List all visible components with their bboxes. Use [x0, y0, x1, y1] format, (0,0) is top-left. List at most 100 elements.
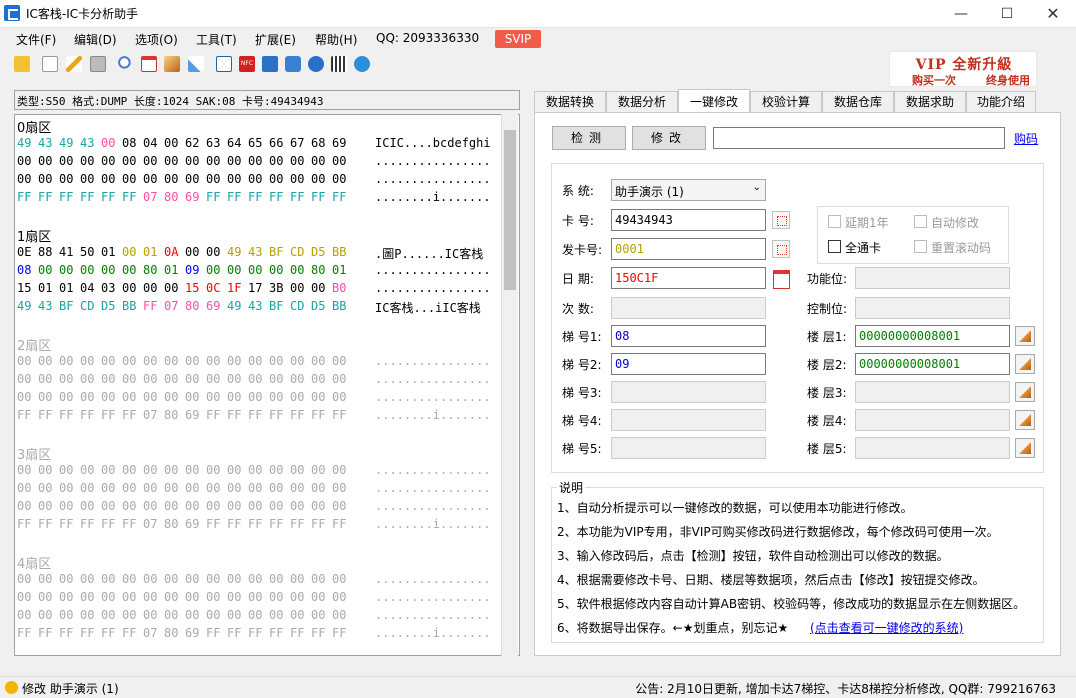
hex-byte[interactable]: FF	[248, 190, 262, 204]
hex-byte[interactable]: 50	[80, 245, 94, 259]
hex-row[interactable]: FF FF FF FF FF FF 07 80 69 FF FF FF FF FF FF FF........…	[17, 517, 517, 535]
hex-byte[interactable]: 65	[248, 136, 262, 150]
hex-byte[interactable]: 69	[185, 190, 199, 204]
hex-byte[interactable]: 00	[185, 608, 199, 622]
hex-byte[interactable]: 00	[227, 572, 241, 586]
hex-byte[interactable]: 00	[206, 154, 220, 168]
hex-byte[interactable]: 00	[164, 390, 178, 404]
hex-byte[interactable]: FF	[59, 408, 73, 422]
hex-byte[interactable]: 00	[101, 154, 115, 168]
hex-byte[interactable]: FF	[80, 190, 94, 204]
hex-row[interactable]: 49 43 49 43 00 08 04 00 62 63 64 65 66 67 68 69 ICIC....…	[17, 136, 517, 154]
hex-byte[interactable]: 00	[38, 608, 52, 622]
hex-byte[interactable]: 00	[248, 172, 262, 186]
hex-byte[interactable]: 00	[248, 154, 262, 168]
hex-byte[interactable]: 00	[332, 390, 346, 404]
hex-row[interactable]: FF FF FF FF FF FF 07 80 69 FF FF FF FF FF FF FF........…	[17, 408, 517, 426]
hex-byte[interactable]: 00	[122, 372, 136, 386]
hex-byte[interactable]: 00	[122, 590, 136, 604]
hex-byte[interactable]: 00	[143, 390, 157, 404]
hex-byte[interactable]: FF	[290, 190, 304, 204]
hex-byte[interactable]: 09	[185, 263, 199, 277]
hex-byte[interactable]: 00	[227, 590, 241, 604]
hex-byte[interactable]: 00	[17, 608, 31, 622]
hex-byte[interactable]: FF	[269, 190, 283, 204]
hex-byte[interactable]: 00	[101, 463, 115, 477]
hex-byte[interactable]: 00	[332, 463, 346, 477]
hex-byte[interactable]: 00	[290, 572, 304, 586]
hex-byte[interactable]: 00	[38, 390, 52, 404]
hex-byte[interactable]: 00	[206, 354, 220, 368]
hex-byte[interactable]: 00	[311, 572, 325, 586]
hex-byte[interactable]: 0E	[17, 245, 31, 259]
floor-picker-icon[interactable]	[1015, 438, 1035, 458]
hex-byte[interactable]: 00	[164, 354, 178, 368]
hex-byte[interactable]: FF	[122, 190, 136, 204]
hex-byte[interactable]: 64	[227, 136, 241, 150]
function-bit-field[interactable]	[855, 267, 1010, 289]
hex-byte[interactable]: 00	[122, 263, 136, 277]
settings-icon[interactable]	[354, 56, 370, 72]
auto-modify-checkbox[interactable]	[914, 215, 927, 228]
hex-byte[interactable]: FF	[311, 190, 325, 204]
minimize-button[interactable]: —	[938, 0, 984, 28]
hex-byte[interactable]: 00	[248, 354, 262, 368]
folder-icon[interactable]	[14, 56, 30, 72]
edit-icon[interactable]	[66, 56, 82, 72]
hex-byte[interactable]: FF	[80, 408, 94, 422]
hex-byte[interactable]: 00	[227, 172, 241, 186]
hex-byte[interactable]: 00	[164, 608, 178, 622]
hex-byte[interactable]: FF	[101, 626, 115, 640]
hex-byte[interactable]: 00	[227, 372, 241, 386]
card-pick-icon[interactable]	[772, 211, 790, 229]
hex-byte[interactable]: FF	[101, 190, 115, 204]
hex-byte[interactable]: 00	[206, 590, 220, 604]
hex-byte[interactable]: 69	[185, 626, 199, 640]
hex-byte[interactable]: FF	[248, 626, 262, 640]
hex-byte[interactable]: 00	[332, 481, 346, 495]
hex-byte[interactable]: 00	[101, 481, 115, 495]
hex-byte[interactable]: 04	[80, 281, 94, 295]
hex-byte[interactable]: 00	[227, 354, 241, 368]
hex-byte[interactable]: 00	[248, 590, 262, 604]
tab-data-convert[interactable]: 数据转换	[534, 91, 606, 113]
hex-byte[interactable]: 00	[38, 154, 52, 168]
hex-byte[interactable]: 00	[164, 172, 178, 186]
calendar-icon[interactable]	[772, 268, 790, 289]
hex-byte[interactable]: 01	[38, 281, 52, 295]
hex-byte[interactable]: 00	[143, 172, 157, 186]
hex-byte[interactable]: 00	[80, 590, 94, 604]
hex-byte[interactable]: 00	[269, 463, 283, 477]
hex-byte[interactable]: CD	[290, 299, 304, 313]
hex-row[interactable]: 00 00 00 00 00 00 00 00 00 00 00 00 00 00 00 00........…	[17, 172, 517, 190]
hex-byte[interactable]: 49	[17, 136, 31, 150]
hex-byte[interactable]: FF	[122, 626, 136, 640]
hex-byte[interactable]: 00	[269, 590, 283, 604]
hex-byte[interactable]: FF	[38, 190, 52, 204]
hex-byte[interactable]: 00	[269, 499, 283, 513]
hex-byte[interactable]: 00	[269, 172, 283, 186]
hex-byte[interactable]: 0C	[206, 281, 220, 295]
hex-byte[interactable]: 00	[143, 372, 157, 386]
qrcode-icon[interactable]	[331, 56, 347, 72]
hex-byte[interactable]: 00	[311, 372, 325, 386]
save-icon[interactable]	[90, 56, 106, 72]
hex-byte[interactable]: 00	[248, 481, 262, 495]
hex-byte[interactable]: 00	[311, 172, 325, 186]
hex-byte[interactable]: 00	[59, 463, 73, 477]
modify-code-input[interactable]	[713, 127, 1005, 149]
elevator-field-3[interactable]	[611, 381, 766, 403]
hex-byte[interactable]: 00	[80, 499, 94, 513]
hex-byte[interactable]: FF	[59, 517, 73, 531]
hex-byte[interactable]: CD	[80, 299, 94, 313]
hex-byte[interactable]: FF	[122, 408, 136, 422]
hex-byte[interactable]: 00	[290, 608, 304, 622]
floor-field-4[interactable]	[855, 409, 1010, 431]
hex-byte[interactable]: 00	[17, 572, 31, 586]
hex-byte[interactable]: 00	[332, 572, 346, 586]
card-number-field[interactable]: 49434943	[611, 209, 766, 231]
hex-byte[interactable]: 00	[101, 372, 115, 386]
hex-byte[interactable]: 00	[17, 172, 31, 186]
hex-byte[interactable]: 00	[80, 263, 94, 277]
hex-byte[interactable]: 00	[311, 481, 325, 495]
